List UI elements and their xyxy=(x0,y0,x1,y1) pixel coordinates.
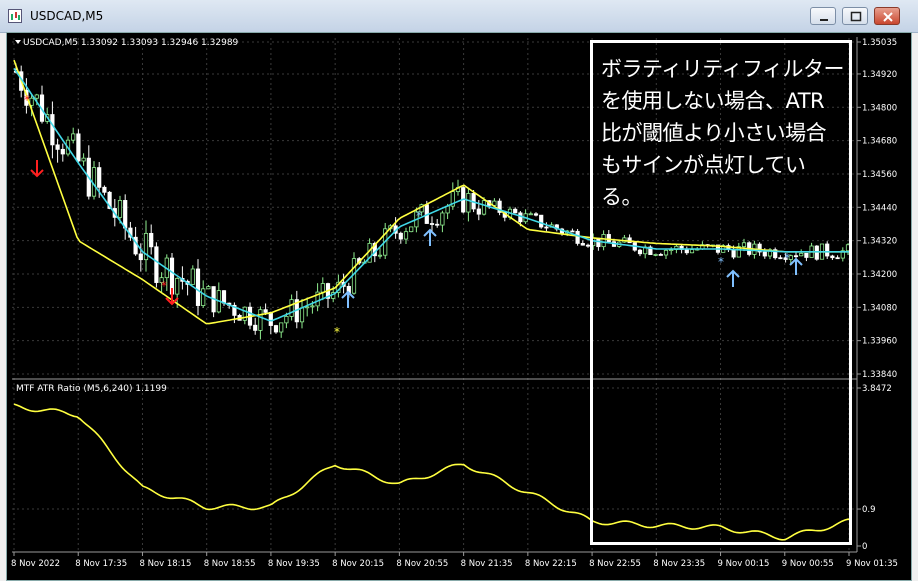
price-tick-label: 1.34680 xyxy=(862,137,897,147)
candle-body xyxy=(403,231,409,240)
candle-body xyxy=(570,230,575,233)
indicator-header: MTF ATR Ratio (M5,6,240) 1.1199 xyxy=(16,384,167,394)
candle-body xyxy=(435,223,440,226)
candle-body xyxy=(138,253,143,261)
time-tick-label: 8 Nov 23:35 xyxy=(653,559,705,569)
candle-body xyxy=(117,200,123,218)
indicator-axis: 3.8472 0.9 0 xyxy=(857,384,892,552)
candle-body xyxy=(263,309,268,313)
annotation-box: ボラティリティフィルター を使用しない場合、ATR 比が閾値より小さい場合 もサ… xyxy=(590,40,852,545)
time-tick-label: 8 Nov 22:15 xyxy=(525,559,577,569)
price-tick-label: 1.34080 xyxy=(862,303,897,313)
price-tick-label: 1.34200 xyxy=(862,270,897,280)
time-axis: 8 Nov 2022 8 Nov 17:35 8 Nov 18:15 8 Nov 18… xyxy=(11,552,898,569)
candle-body xyxy=(268,311,273,326)
time-tick-label: 8 Nov 18:15 xyxy=(139,559,191,569)
candle-body xyxy=(539,214,544,228)
annotation-line: を使用しない場合、ATR xyxy=(601,89,825,113)
candle-body xyxy=(284,316,289,324)
candle-body xyxy=(575,230,580,244)
candle-body xyxy=(310,305,315,308)
candle-body xyxy=(528,213,533,216)
candle-body xyxy=(154,246,159,283)
candle-body xyxy=(481,200,487,215)
annotation-line: 比が閾値より小さい場合 xyxy=(601,121,827,145)
signal-star-icon: * xyxy=(161,279,167,293)
time-tick-label: 8 Nov 2022 xyxy=(11,559,60,569)
price-tick-label: 1.34320 xyxy=(862,237,897,247)
time-tick-label: 9 Nov 00:55 xyxy=(782,559,834,569)
time-tick-label: 8 Nov 20:55 xyxy=(396,559,448,569)
candle-body xyxy=(258,309,263,331)
time-tick-label: 8 Nov 22:55 xyxy=(589,559,641,569)
candle-body xyxy=(580,243,585,246)
candle-body xyxy=(289,299,294,317)
candle-body xyxy=(195,268,201,306)
candle-body xyxy=(123,200,128,229)
price-tick-label: 1.34920 xyxy=(862,70,897,80)
candle-body xyxy=(476,208,481,215)
candle-body xyxy=(149,232,154,248)
price-tick-label: 1.33840 xyxy=(862,370,897,380)
time-tick-label: 8 Nov 18:55 xyxy=(204,559,256,569)
signal-star-icon: * xyxy=(416,209,422,223)
candle-body xyxy=(190,268,195,285)
candle-body xyxy=(429,223,435,225)
candle-body xyxy=(102,186,107,193)
candle-body xyxy=(398,232,403,240)
price-axis: 1.35035 1.34920 1.34800 1.34680 1.34560 1.344… xyxy=(857,38,897,380)
buy-arrow-icon xyxy=(423,228,437,246)
candle-body xyxy=(533,213,539,216)
price-tick-label: 1.34440 xyxy=(862,203,897,213)
candle-body xyxy=(273,325,279,333)
candle-body xyxy=(71,133,76,141)
indicator-tick-label: 0.9 xyxy=(862,505,876,515)
annotation-text: ボラティリティフィルター を使用しない場合、ATR 比が閾値より小さい場合 もサ… xyxy=(601,53,847,213)
annotation-line: ボラティリティフィルター xyxy=(601,57,845,81)
time-tick-label: 8 Nov 20:15 xyxy=(332,559,384,569)
main-chart-header: USDCAD,M5 1.33092 1.33093 1.32946 1.3298… xyxy=(23,38,239,48)
price-tick-label: 1.34560 xyxy=(862,170,897,180)
time-tick-label: 9 Nov 01:35 xyxy=(846,559,898,569)
candle-body xyxy=(279,322,284,333)
candle-body xyxy=(81,157,86,162)
candle-body xyxy=(175,278,180,295)
time-tick-label: 8 Nov 17:35 xyxy=(75,559,127,569)
candle-body xyxy=(76,133,81,162)
candle-body xyxy=(544,226,549,229)
dropdown-triangle-icon[interactable] xyxy=(15,40,21,44)
indicator-tick-label: 0 xyxy=(862,542,867,552)
candle-body xyxy=(60,148,65,155)
time-tick-label: 8 Nov 21:35 xyxy=(461,559,513,569)
signal-star-icon: * xyxy=(24,93,30,107)
price-tick-label: 1.35035 xyxy=(862,38,897,48)
candle-body xyxy=(50,114,55,146)
candle-body xyxy=(440,212,445,226)
candle-body xyxy=(206,286,211,290)
candle-body xyxy=(201,288,206,306)
price-tick-label: 1.34800 xyxy=(862,103,897,113)
candle-body xyxy=(377,254,383,257)
candle-body xyxy=(466,193,471,213)
time-tick-label: 8 Nov 19:35 xyxy=(268,559,320,569)
price-tick-label: 1.33960 xyxy=(862,337,897,347)
candle-body xyxy=(409,226,414,233)
candle-body xyxy=(513,208,518,214)
candle-body xyxy=(253,324,258,331)
candle-body xyxy=(221,290,227,304)
time-tick-label: 9 Nov 00:15 xyxy=(718,559,770,569)
candle-body xyxy=(320,283,325,293)
candle-body xyxy=(55,144,60,150)
candle-body xyxy=(299,307,305,323)
candle-body xyxy=(97,167,102,188)
signal-star-icon: * xyxy=(334,325,340,339)
buy-arrow-icon xyxy=(341,290,355,308)
candle-body xyxy=(34,94,39,99)
indicator-tick-label: 3.8472 xyxy=(862,384,892,394)
annotation-line: る。 xyxy=(601,185,643,209)
candle-body xyxy=(305,306,310,309)
annotation-line: もサインが点灯してい xyxy=(601,153,806,177)
